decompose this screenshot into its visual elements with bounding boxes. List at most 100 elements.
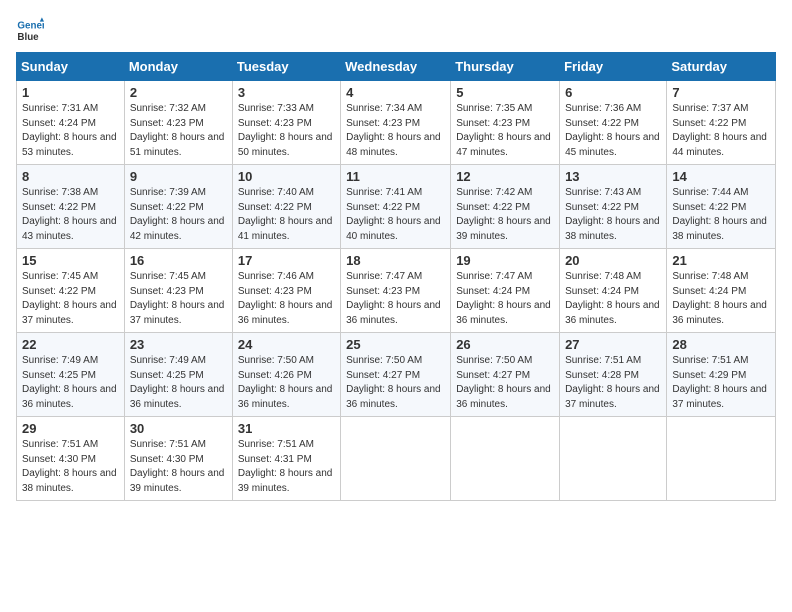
calendar-cell: 17 Sunrise: 7:46 AM Sunset: 4:23 PM Dayl… (232, 249, 340, 333)
week-row-3: 15 Sunrise: 7:45 AM Sunset: 4:22 PM Dayl… (17, 249, 776, 333)
calendar-cell: 5 Sunrise: 7:35 AM Sunset: 4:23 PM Dayli… (451, 81, 560, 165)
cell-info: Sunrise: 7:47 AM Sunset: 4:24 PM Dayligh… (456, 270, 554, 328)
cell-info: Sunrise: 7:49 AM Sunset: 4:25 PM Dayligh… (130, 354, 227, 412)
day-number: 5 (456, 85, 554, 100)
day-number: 24 (238, 337, 335, 352)
calendar-cell: 10 Sunrise: 7:40 AM Sunset: 4:22 PM Dayl… (232, 165, 340, 249)
calendar-cell (560, 417, 667, 501)
day-number: 17 (238, 253, 335, 268)
day-number: 21 (672, 253, 770, 268)
day-number: 4 (346, 85, 445, 100)
calendar-cell: 26 Sunrise: 7:50 AM Sunset: 4:27 PM Dayl… (451, 333, 560, 417)
day-number: 18 (346, 253, 445, 268)
day-number: 30 (130, 421, 227, 436)
day-number: 31 (238, 421, 335, 436)
day-number: 25 (346, 337, 445, 352)
calendar-cell: 31 Sunrise: 7:51 AM Sunset: 4:31 PM Dayl… (232, 417, 340, 501)
calendar-cell: 9 Sunrise: 7:39 AM Sunset: 4:22 PM Dayli… (124, 165, 232, 249)
day-header-thursday: Thursday (451, 53, 560, 81)
cell-info: Sunrise: 7:47 AM Sunset: 4:23 PM Dayligh… (346, 270, 445, 328)
day-number: 27 (565, 337, 661, 352)
calendar-cell: 18 Sunrise: 7:47 AM Sunset: 4:23 PM Dayl… (341, 249, 451, 333)
day-number: 16 (130, 253, 227, 268)
cell-info: Sunrise: 7:34 AM Sunset: 4:23 PM Dayligh… (346, 102, 445, 160)
day-number: 29 (22, 421, 119, 436)
calendar-cell: 2 Sunrise: 7:32 AM Sunset: 4:23 PM Dayli… (124, 81, 232, 165)
day-number: 20 (565, 253, 661, 268)
cell-info: Sunrise: 7:46 AM Sunset: 4:23 PM Dayligh… (238, 270, 335, 328)
day-number: 10 (238, 169, 335, 184)
calendar-cell: 14 Sunrise: 7:44 AM Sunset: 4:22 PM Dayl… (667, 165, 776, 249)
day-number: 12 (456, 169, 554, 184)
calendar-cell: 6 Sunrise: 7:36 AM Sunset: 4:22 PM Dayli… (560, 81, 667, 165)
cell-info: Sunrise: 7:48 AM Sunset: 4:24 PM Dayligh… (565, 270, 661, 328)
day-number: 15 (22, 253, 119, 268)
page-header: General Blue (16, 16, 776, 44)
calendar-cell: 29 Sunrise: 7:51 AM Sunset: 4:30 PM Dayl… (17, 417, 125, 501)
day-number: 8 (22, 169, 119, 184)
cell-info: Sunrise: 7:45 AM Sunset: 4:22 PM Dayligh… (22, 270, 119, 328)
cell-info: Sunrise: 7:49 AM Sunset: 4:25 PM Dayligh… (22, 354, 119, 412)
day-number: 6 (565, 85, 661, 100)
cell-info: Sunrise: 7:39 AM Sunset: 4:22 PM Dayligh… (130, 186, 227, 244)
day-number: 11 (346, 169, 445, 184)
calendar-header-row: SundayMondayTuesdayWednesdayThursdayFrid… (17, 53, 776, 81)
day-header-wednesday: Wednesday (341, 53, 451, 81)
week-row-5: 29 Sunrise: 7:51 AM Sunset: 4:30 PM Dayl… (17, 417, 776, 501)
week-row-2: 8 Sunrise: 7:38 AM Sunset: 4:22 PM Dayli… (17, 165, 776, 249)
calendar-cell: 1 Sunrise: 7:31 AM Sunset: 4:24 PM Dayli… (17, 81, 125, 165)
day-header-friday: Friday (560, 53, 667, 81)
cell-info: Sunrise: 7:36 AM Sunset: 4:22 PM Dayligh… (565, 102, 661, 160)
calendar-cell: 28 Sunrise: 7:51 AM Sunset: 4:29 PM Dayl… (667, 333, 776, 417)
calendar-cell: 30 Sunrise: 7:51 AM Sunset: 4:30 PM Dayl… (124, 417, 232, 501)
cell-info: Sunrise: 7:43 AM Sunset: 4:22 PM Dayligh… (565, 186, 661, 244)
day-number: 3 (238, 85, 335, 100)
cell-info: Sunrise: 7:50 AM Sunset: 4:26 PM Dayligh… (238, 354, 335, 412)
cell-info: Sunrise: 7:51 AM Sunset: 4:30 PM Dayligh… (22, 438, 119, 496)
calendar-cell: 11 Sunrise: 7:41 AM Sunset: 4:22 PM Dayl… (341, 165, 451, 249)
calendar-cell: 24 Sunrise: 7:50 AM Sunset: 4:26 PM Dayl… (232, 333, 340, 417)
day-number: 14 (672, 169, 770, 184)
calendar-cell: 27 Sunrise: 7:51 AM Sunset: 4:28 PM Dayl… (560, 333, 667, 417)
week-row-4: 22 Sunrise: 7:49 AM Sunset: 4:25 PM Dayl… (17, 333, 776, 417)
day-number: 28 (672, 337, 770, 352)
calendar-cell: 23 Sunrise: 7:49 AM Sunset: 4:25 PM Dayl… (124, 333, 232, 417)
calendar-table: SundayMondayTuesdayWednesdayThursdayFrid… (16, 52, 776, 501)
cell-info: Sunrise: 7:40 AM Sunset: 4:22 PM Dayligh… (238, 186, 335, 244)
calendar-body: 1 Sunrise: 7:31 AM Sunset: 4:24 PM Dayli… (17, 81, 776, 501)
calendar-cell (341, 417, 451, 501)
cell-info: Sunrise: 7:51 AM Sunset: 4:28 PM Dayligh… (565, 354, 661, 412)
day-number: 22 (22, 337, 119, 352)
cell-info: Sunrise: 7:38 AM Sunset: 4:22 PM Dayligh… (22, 186, 119, 244)
day-header-sunday: Sunday (17, 53, 125, 81)
cell-info: Sunrise: 7:50 AM Sunset: 4:27 PM Dayligh… (456, 354, 554, 412)
svg-text:Blue: Blue (17, 32, 39, 43)
day-number: 13 (565, 169, 661, 184)
calendar-cell (667, 417, 776, 501)
cell-info: Sunrise: 7:51 AM Sunset: 4:29 PM Dayligh… (672, 354, 770, 412)
cell-info: Sunrise: 7:44 AM Sunset: 4:22 PM Dayligh… (672, 186, 770, 244)
day-header-tuesday: Tuesday (232, 53, 340, 81)
day-number: 2 (130, 85, 227, 100)
day-number: 9 (130, 169, 227, 184)
cell-info: Sunrise: 7:45 AM Sunset: 4:23 PM Dayligh… (130, 270, 227, 328)
cell-info: Sunrise: 7:48 AM Sunset: 4:24 PM Dayligh… (672, 270, 770, 328)
day-header-monday: Monday (124, 53, 232, 81)
calendar-cell: 15 Sunrise: 7:45 AM Sunset: 4:22 PM Dayl… (17, 249, 125, 333)
day-number: 7 (672, 85, 770, 100)
cell-info: Sunrise: 7:41 AM Sunset: 4:22 PM Dayligh… (346, 186, 445, 244)
cell-info: Sunrise: 7:50 AM Sunset: 4:27 PM Dayligh… (346, 354, 445, 412)
day-header-saturday: Saturday (667, 53, 776, 81)
calendar-cell: 16 Sunrise: 7:45 AM Sunset: 4:23 PM Dayl… (124, 249, 232, 333)
calendar-cell (451, 417, 560, 501)
cell-info: Sunrise: 7:32 AM Sunset: 4:23 PM Dayligh… (130, 102, 227, 160)
day-number: 19 (456, 253, 554, 268)
cell-info: Sunrise: 7:51 AM Sunset: 4:31 PM Dayligh… (238, 438, 335, 496)
cell-info: Sunrise: 7:37 AM Sunset: 4:22 PM Dayligh… (672, 102, 770, 160)
calendar-cell: 21 Sunrise: 7:48 AM Sunset: 4:24 PM Dayl… (667, 249, 776, 333)
logo-icon: General Blue (16, 16, 44, 44)
calendar-cell: 12 Sunrise: 7:42 AM Sunset: 4:22 PM Dayl… (451, 165, 560, 249)
cell-info: Sunrise: 7:35 AM Sunset: 4:23 PM Dayligh… (456, 102, 554, 160)
week-row-1: 1 Sunrise: 7:31 AM Sunset: 4:24 PM Dayli… (17, 81, 776, 165)
calendar-cell: 25 Sunrise: 7:50 AM Sunset: 4:27 PM Dayl… (341, 333, 451, 417)
